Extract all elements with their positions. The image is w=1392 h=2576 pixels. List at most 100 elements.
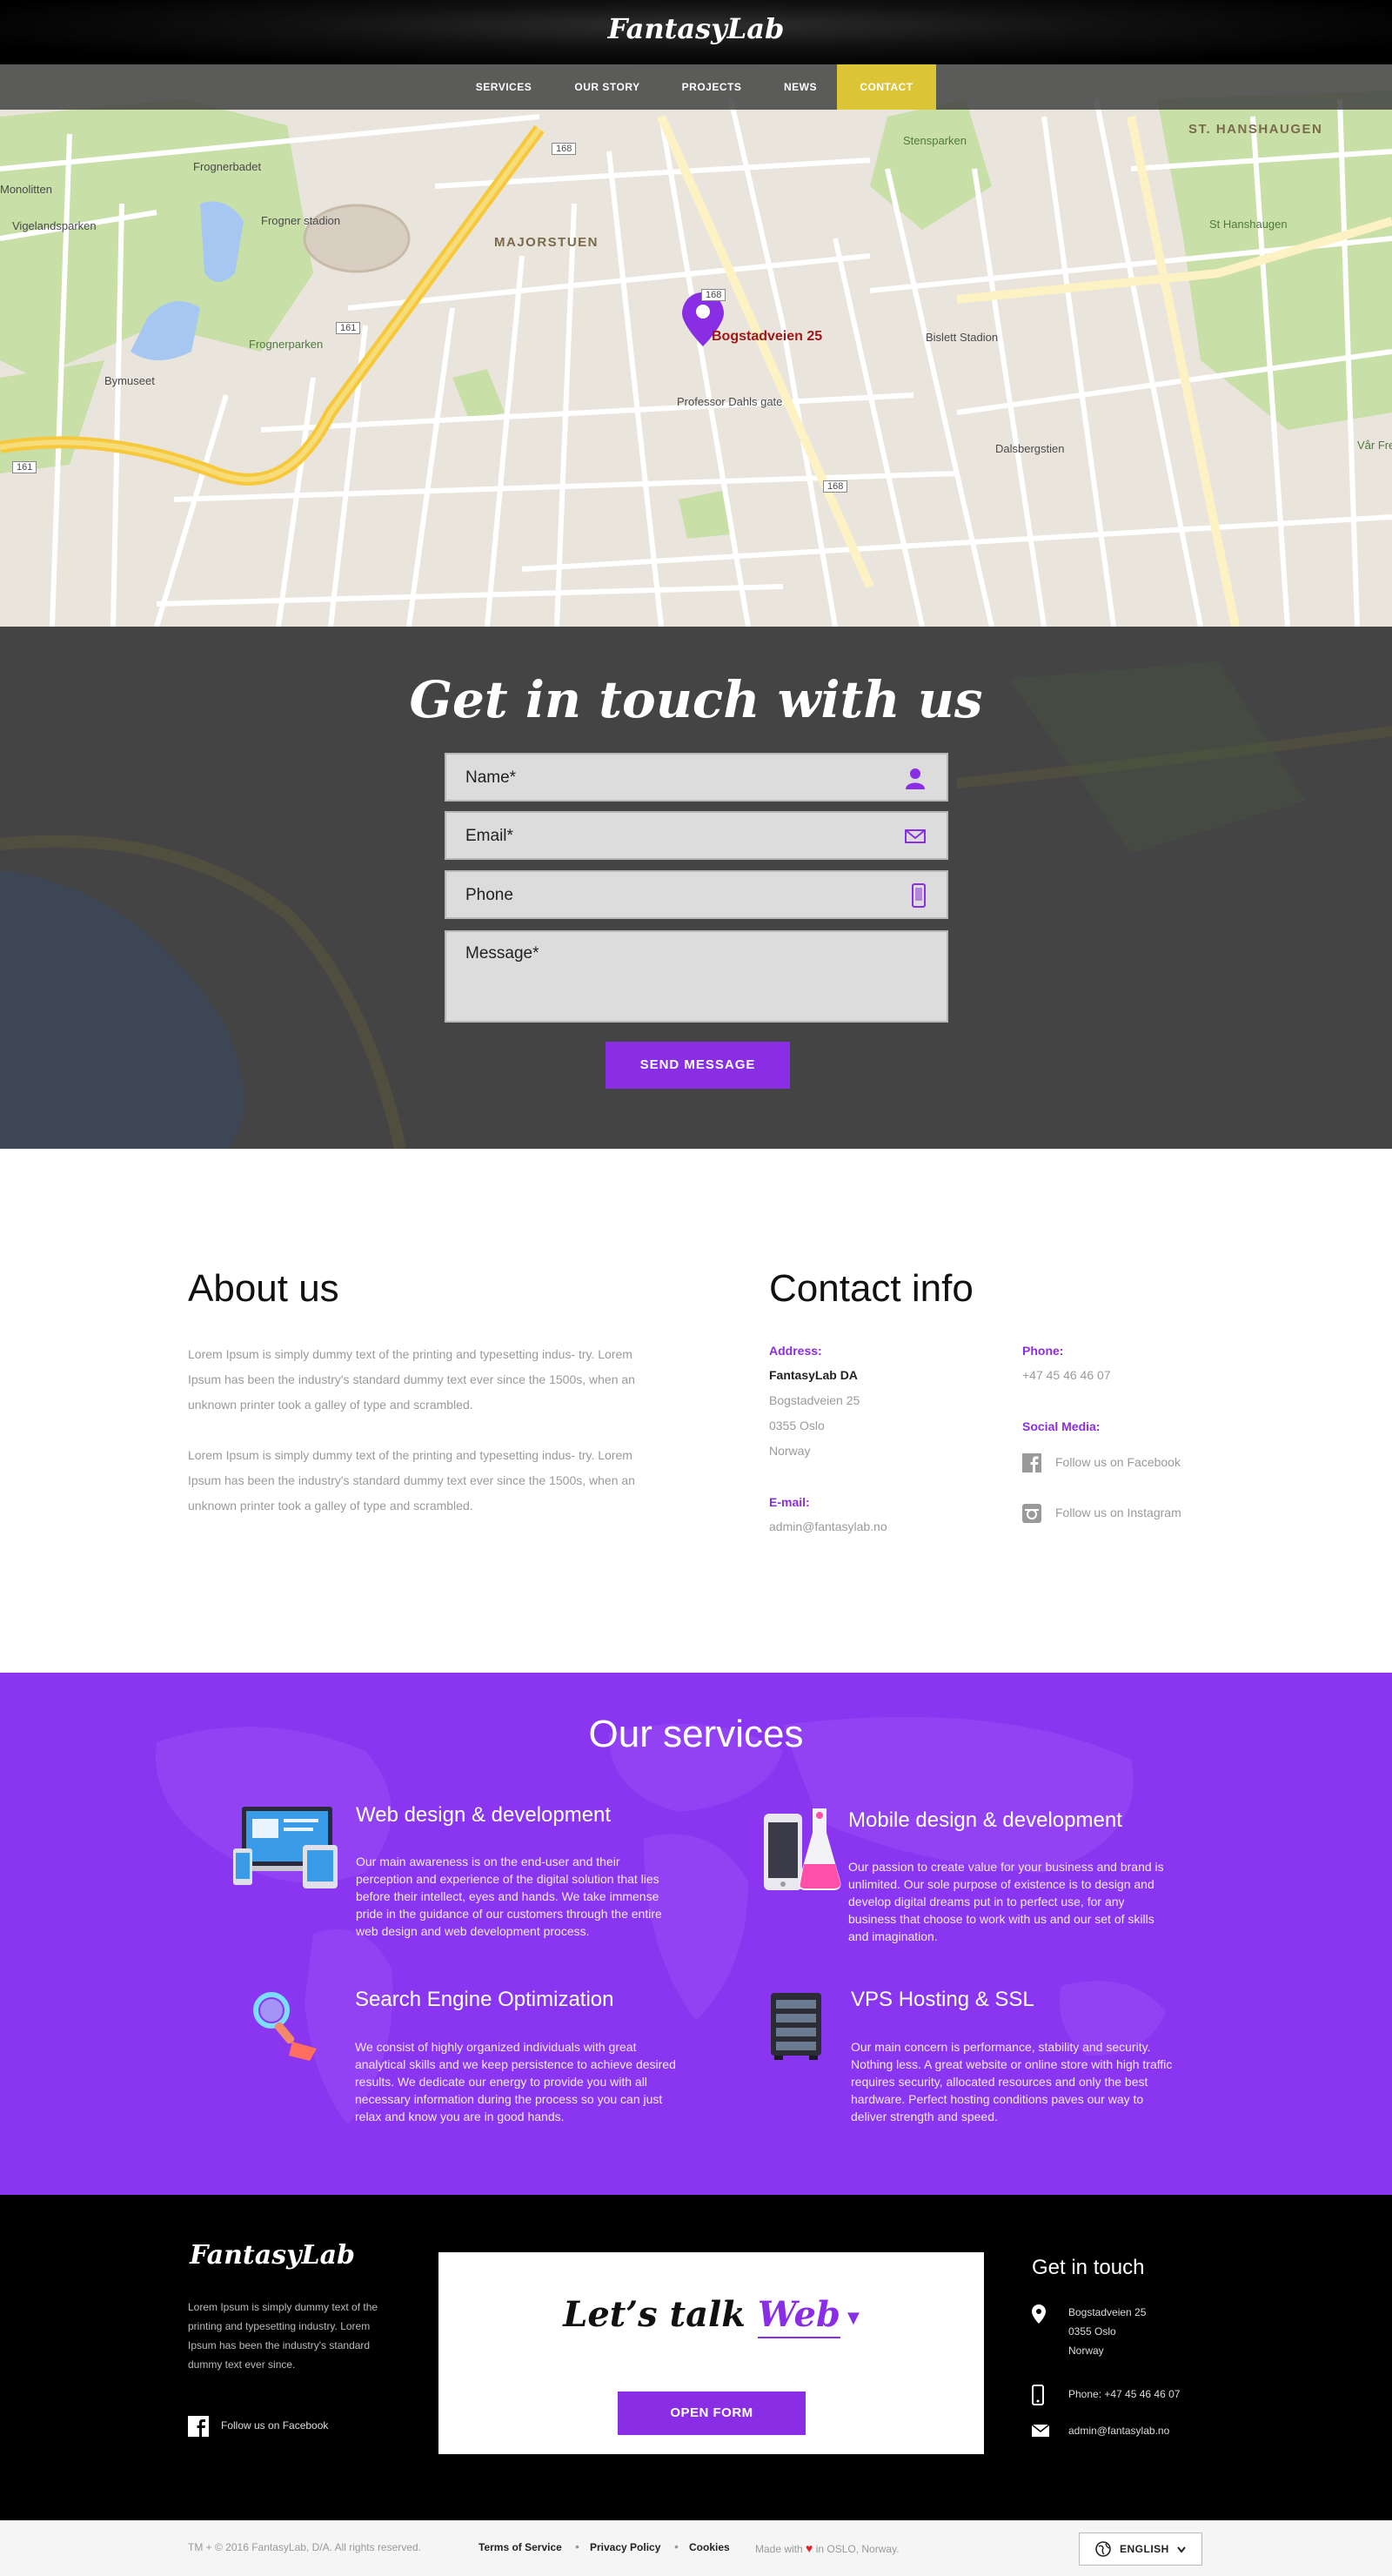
- main-nav: SERVICES OUR STORY PROJECTS NEWS CONTACT: [0, 64, 1392, 110]
- chevron-down-icon: [1177, 2546, 1186, 2553]
- map-label-dalsbergstien: Dalsbergstien: [995, 442, 1065, 455]
- site-header: FantasyLab: [0, 0, 1392, 64]
- company-name: FantasyLab DA: [769, 1368, 858, 1382]
- map-label-bymuseet: Bymuseet: [104, 374, 155, 387]
- made-with-prefix: Made with: [755, 2543, 803, 2555]
- service-title-seo: Search Engine Optimization: [355, 1988, 614, 2011]
- email-field[interactable]: Email*: [445, 811, 948, 860]
- site-footer: FantasyLab Lorem Ipsum is simply dummy t…: [0, 2195, 1392, 2520]
- address-postal: 0355 Oslo: [769, 1419, 825, 1432]
- nav-item-our-story[interactable]: OUR STORY: [566, 64, 649, 110]
- lets-talk-prefix: Let’s talk: [563, 2294, 746, 2335]
- footer-description: Lorem Ipsum is simply dummy text of the …: [188, 2301, 378, 2371]
- map-label-bislett-stadion: Bislett Stadion: [926, 331, 999, 344]
- language-label: ENGLISH: [1120, 2543, 1169, 2555]
- heart-icon: ♥: [806, 2541, 813, 2555]
- site-logo[interactable]: FantasyLab: [0, 12, 1392, 45]
- open-form-button[interactable]: OPEN FORM: [618, 2392, 806, 2435]
- service-title-hosting: VPS Hosting & SSL: [851, 1988, 1034, 2011]
- message-placeholder: Message*: [465, 944, 539, 963]
- mobile-phone-icon: [1032, 2385, 1044, 2405]
- footer-phone-text: Phone: +47 45 46 46 07: [1068, 2388, 1181, 2400]
- map-label-frognerparken: Frognerparken: [249, 338, 324, 351]
- map-graphic: [0, 64, 1392, 627]
- nav-item-news[interactable]: NEWS: [766, 64, 835, 110]
- facebook-icon: [188, 2416, 209, 2437]
- privacy-link[interactable]: Privacy Policy: [590, 2541, 660, 2553]
- send-message-button[interactable]: SEND MESSAGE: [606, 1042, 790, 1089]
- message-field[interactable]: Message*: [445, 930, 948, 1023]
- web-design-icon: [233, 1807, 338, 1888]
- location-map[interactable]: Bogstadveien 25 MAJORSTUEN ST. HANSHAUGE…: [0, 64, 1392, 627]
- map-route-168-b: 168: [701, 289, 726, 301]
- name-field[interactable]: Name*: [445, 753, 948, 802]
- map-label-majorstuen: MAJORSTUEN: [494, 235, 599, 250]
- phone-field[interactable]: Phone: [445, 870, 948, 919]
- service-text-hosting: Our main concern is performance, stabili…: [851, 2040, 1173, 2123]
- services-title: Our services: [588, 1713, 804, 1755]
- magnifier-icon: [253, 1992, 317, 2061]
- about-contact-section: About us Lorem Ipsum is simply dummy tex…: [0, 1149, 1392, 1673]
- service-text-web: Our main awareness is on the end-user an…: [356, 1855, 662, 1938]
- address-country: Norway: [769, 1444, 811, 1458]
- server-icon: [771, 1993, 821, 2060]
- mobile-lab-icon: [764, 1808, 841, 1890]
- caret-down-icon[interactable]: ▼: [847, 2309, 860, 2327]
- email-link[interactable]: admin@fantasylab.no: [769, 1514, 887, 1540]
- map-pin-label: Bogstadveien 25: [712, 329, 823, 344]
- contact-title: Get in touch with us: [409, 670, 983, 729]
- map-route-168-c: 168: [823, 480, 848, 493]
- service-title-web: Web design & development: [356, 1803, 612, 1827]
- map-route-161-b: 161: [12, 461, 37, 473]
- phone-placeholder: Phone: [465, 886, 513, 904]
- separator-dot: •: [674, 2539, 679, 2553]
- about-title: About us: [188, 1267, 339, 1310]
- name-placeholder: Name*: [465, 768, 517, 787]
- address-street: Bogstadveien 25: [769, 1393, 860, 1407]
- cookies-link[interactable]: Cookies: [689, 2541, 730, 2553]
- nav-item-services[interactable]: SERVICES: [465, 64, 543, 110]
- facebook-link-text: Follow us on Facebook: [1055, 1455, 1181, 1469]
- footer-get-in-touch-title: Get in touch: [1032, 2256, 1145, 2279]
- facebook-icon: [1022, 1453, 1041, 1472]
- contact-form-section: Get in touch with us Name* Email* Phone …: [0, 627, 1392, 1149]
- footer-address-line-1: Bogstadveien 25: [1068, 2306, 1147, 2318]
- user-icon: [906, 768, 925, 789]
- map-route-168-a: 168: [552, 143, 577, 155]
- footer-address-line-3: Norway: [1068, 2345, 1104, 2357]
- service-text-seo: We consist of highly organized individua…: [355, 2040, 676, 2123]
- map-label-var-frelser: Vår Frel: [1357, 439, 1392, 452]
- made-with-text: Made with ♥ in OSLO, Norway.: [755, 2541, 900, 2555]
- language-selector[interactable]: ENGLISH: [1079, 2532, 1202, 2566]
- footer-logo[interactable]: FantasyLab: [190, 2240, 355, 2271]
- map-label-vigelandsparken: Vigelandsparken: [12, 219, 97, 232]
- terms-link[interactable]: Terms of Service: [478, 2541, 562, 2553]
- map-label-frogner-stadion: Frogner stadion: [261, 214, 341, 227]
- lets-talk-topic-select[interactable]: Web: [757, 2294, 840, 2338]
- copyright-text: TM + © 2016 FantasyLab, D/A. All rights …: [188, 2541, 421, 2553]
- nav-item-contact[interactable]: CONTACT: [837, 64, 936, 110]
- services-section: Our services Web design & development Ou…: [0, 1673, 1392, 2195]
- envelope-icon: [905, 829, 926, 843]
- nav-item-projects[interactable]: PROJECTS: [670, 64, 753, 110]
- phone-number[interactable]: +47 45 46 46 07: [1022, 1363, 1111, 1388]
- map-label-monolitten: Monolitten: [0, 183, 52, 196]
- contact-info-title: Contact info: [769, 1267, 974, 1310]
- separator-dot: •: [575, 2539, 579, 2553]
- about-paragraph-2: Lorem Ipsum is simply dummy text of the …: [188, 1448, 635, 1513]
- about-paragraph-1: Lorem Ipsum is simply dummy text of the …: [188, 1347, 635, 1412]
- mobile-phone-icon: [912, 883, 926, 908]
- map-label-frognerbadet: Frognerbadet: [193, 160, 262, 173]
- map-route-161-a: 161: [336, 322, 361, 334]
- service-title-mobile: Mobile design & development: [848, 1808, 1122, 1832]
- lets-talk-heading: Let’s talk Web ▼: [438, 2294, 984, 2338]
- email-placeholder: Email*: [465, 827, 513, 845]
- footer-address-line-2: 0355 Oslo: [1068, 2325, 1116, 2338]
- phone-label: Phone:: [1022, 1344, 1064, 1358]
- map-label-st-hanshaugen: ST. HANSHAUGEN: [1188, 122, 1323, 137]
- map-label-stensparken: Stensparken: [903, 134, 967, 147]
- envelope-icon: [1032, 2425, 1049, 2437]
- globe-icon: [1095, 2541, 1111, 2557]
- social-media-label: Social Media:: [1022, 1419, 1101, 1433]
- instagram-icon: [1022, 1504, 1041, 1523]
